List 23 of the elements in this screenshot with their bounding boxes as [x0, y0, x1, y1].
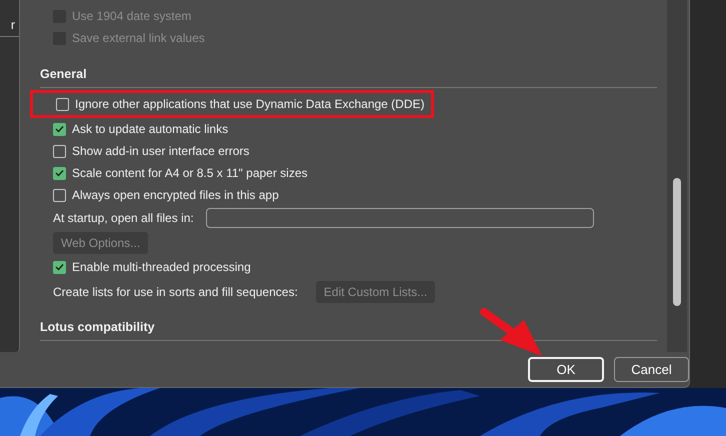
checkbox-label: Use 1904 date system: [72, 9, 192, 23]
checkbox[interactable]: [53, 122, 66, 136]
section-heading: General: [40, 67, 657, 88]
checkmark-icon: [55, 169, 64, 177]
arrow-icon: [478, 306, 544, 356]
checkmark-icon: [55, 263, 64, 271]
checkbox[interactable]: [53, 260, 66, 274]
checkbox[interactable]: [53, 166, 66, 180]
checkbox-label: Always open encrypted files in this app: [72, 188, 279, 202]
field-label: At startup, open all files in:: [53, 211, 194, 225]
cancel-button[interactable]: Cancel: [614, 357, 689, 382]
checkbox-label: Ask to update automatic links: [72, 122, 228, 136]
checkmark-icon: [55, 125, 64, 133]
checkbox-label: Enable multi-threaded processing: [72, 260, 251, 274]
sidebar-item[interactable]: r: [0, 18, 19, 37]
checkbox-label: Save external link values: [72, 31, 205, 45]
checkbox-label: Ignore other applications that use Dynamic Data Exchange (DDE): [75, 97, 425, 111]
custom-lists-label: Create lists for use in sorts and fill sequences:: [53, 285, 298, 299]
checkbox-label: Scale content for A4 or 8.5 x 11" paper sizes: [72, 166, 308, 180]
scrollbar[interactable]: [667, 0, 687, 352]
ok-button[interactable]: OK: [528, 357, 604, 382]
checkbox-label: Show add-in user interface errors: [72, 144, 250, 158]
folder-field[interactable]: [206, 208, 594, 228]
